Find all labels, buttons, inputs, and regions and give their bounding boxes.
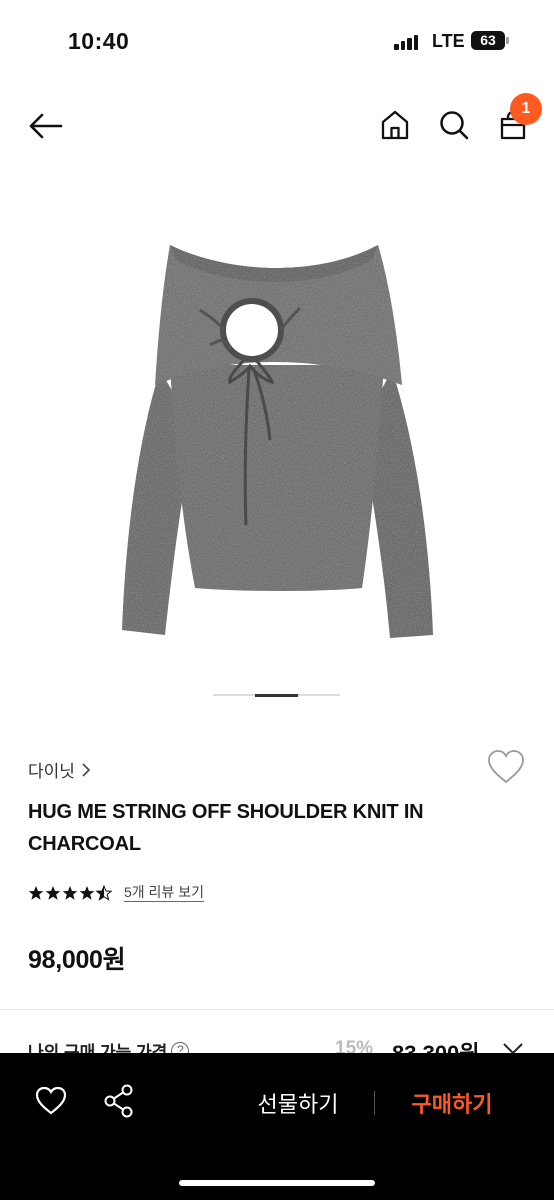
heart-icon	[35, 1086, 67, 1115]
star-half-icon	[96, 885, 112, 901]
home-icon	[381, 110, 409, 140]
divider	[0, 1009, 554, 1010]
brand-name: 다이닛	[28, 762, 75, 781]
star-icon	[45, 886, 61, 900]
home-button[interactable]	[377, 105, 413, 145]
status-bar: 10:40 LTE 63	[0, 0, 554, 80]
star-rating	[28, 885, 112, 901]
buy-button[interactable]: 구매하기	[394, 1087, 510, 1119]
star-icon	[79, 886, 95, 900]
back-button[interactable]	[24, 105, 66, 147]
search-button[interactable]	[436, 105, 472, 145]
product-image[interactable]	[0, 190, 554, 680]
button-separator	[374, 1091, 375, 1115]
status-time: 10:40	[68, 28, 130, 54]
bottom-action-bar: 선물하기 구매하기	[0, 1053, 554, 1200]
battery-tip	[506, 37, 509, 44]
search-icon	[440, 111, 469, 140]
heart-icon	[488, 750, 524, 784]
review-link[interactable]: 5개 리뷰 보기	[124, 884, 204, 902]
network-label: LTE	[432, 31, 465, 51]
carousel-dot	[298, 694, 340, 696]
signal-icon	[394, 34, 420, 50]
star-icon	[28, 886, 44, 900]
wishlist-button[interactable]	[486, 748, 526, 786]
product-title: HUG ME STRING OFF SHOULDER KNIT IN CHARC…	[28, 801, 424, 855]
carousel-dot-active	[255, 694, 298, 697]
carousel-dot	[213, 694, 255, 696]
carousel-indicator	[213, 694, 340, 697]
star-icon	[62, 886, 78, 900]
cart-badge: 1	[510, 93, 542, 125]
top-nav	[0, 95, 554, 155]
battery-icon: 63	[471, 31, 505, 50]
sweater-image	[122, 245, 433, 638]
share-button[interactable]	[102, 1083, 136, 1119]
product-price: 98,000원	[28, 946, 126, 974]
chevron-right-icon	[82, 762, 91, 777]
home-indicator	[179, 1180, 375, 1186]
share-icon	[104, 1084, 133, 1118]
arrow-left-icon	[29, 113, 63, 139]
bottom-wishlist-button[interactable]	[34, 1085, 68, 1117]
rating-row: 5개 리뷰 보기	[28, 884, 204, 902]
brand-link[interactable]: 다이닛	[28, 757, 91, 782]
gift-button[interactable]: 선물하기	[240, 1087, 356, 1119]
